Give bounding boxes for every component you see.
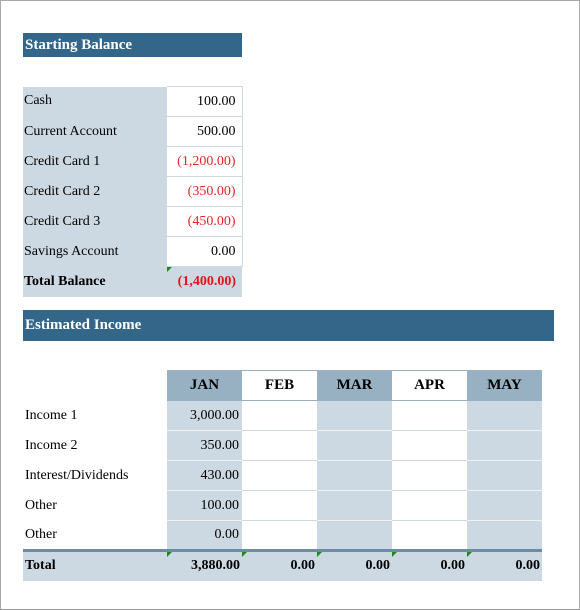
table-row: Credit Card 1 (1,200.00) bbox=[23, 146, 243, 177]
comment-marker-icon bbox=[392, 552, 397, 557]
estimated-income-header: Estimated Income bbox=[23, 310, 554, 341]
table-row: Income 1 3,000.00 bbox=[23, 400, 542, 431]
balance-cell[interactable]: 0.00 bbox=[167, 236, 243, 267]
income-cell[interactable] bbox=[242, 400, 317, 431]
table-row: Interest/Dividends 430.00 bbox=[23, 460, 542, 491]
income-cell[interactable]: 100.00 bbox=[167, 490, 242, 521]
month-header-mar[interactable]: MAR bbox=[317, 370, 392, 401]
income-cell[interactable] bbox=[467, 430, 542, 461]
month-header-may[interactable]: MAY bbox=[467, 370, 542, 401]
income-cell[interactable] bbox=[317, 400, 392, 431]
row-label[interactable]: Credit Card 3 bbox=[23, 206, 167, 237]
table-row: Income 2 350.00 bbox=[23, 430, 542, 461]
total-cell-may[interactable]: 0.00 bbox=[467, 549, 542, 581]
month-header-row: JAN FEB MAR APR MAY bbox=[23, 370, 542, 401]
income-cell[interactable] bbox=[242, 460, 317, 491]
total-value: 0.00 bbox=[290, 558, 316, 574]
row-label[interactable]: Credit Card 2 bbox=[23, 176, 167, 207]
income-cell[interactable] bbox=[242, 520, 317, 551]
row-label[interactable]: Credit Card 1 bbox=[23, 146, 167, 177]
balance-cell[interactable]: 500.00 bbox=[167, 116, 243, 147]
income-cell[interactable] bbox=[242, 430, 317, 461]
total-row: Total Balance (1,400.00) bbox=[23, 266, 242, 297]
comment-marker-icon bbox=[317, 552, 322, 557]
total-value: 3,880.00 bbox=[191, 558, 240, 574]
total-balance-label[interactable]: Total Balance bbox=[23, 266, 167, 297]
total-value: 0.00 bbox=[515, 558, 541, 574]
row-label[interactable]: Current Account bbox=[23, 116, 167, 147]
total-cell-apr[interactable]: 0.00 bbox=[392, 549, 467, 581]
income-cell[interactable] bbox=[317, 490, 392, 521]
income-cell[interactable]: 0.00 bbox=[167, 520, 242, 551]
table-row: Credit Card 2 (350.00) bbox=[23, 176, 243, 207]
month-header-apr[interactable]: APR bbox=[392, 370, 467, 401]
income-cell[interactable] bbox=[467, 400, 542, 431]
income-cell[interactable] bbox=[392, 430, 467, 461]
total-label[interactable]: Total bbox=[23, 549, 167, 581]
total-cell-mar[interactable]: 0.00 bbox=[317, 549, 392, 581]
total-row: Total 3,880.00 0.00 0.00 0.00 0.00 bbox=[23, 549, 542, 581]
comment-marker-icon bbox=[242, 552, 247, 557]
starting-balance-table: Cash 100.00 Current Account 500.00 Credi… bbox=[23, 86, 243, 297]
income-cell[interactable]: 350.00 bbox=[167, 430, 242, 461]
row-label[interactable]: Income 1 bbox=[23, 400, 167, 431]
balance-cell[interactable]: (350.00) bbox=[167, 176, 243, 207]
income-cell[interactable] bbox=[392, 490, 467, 521]
month-header-jan[interactable]: JAN bbox=[167, 370, 242, 401]
empty-header-cell bbox=[23, 370, 167, 401]
income-cell[interactable] bbox=[467, 490, 542, 521]
total-value: 0.00 bbox=[365, 558, 391, 574]
row-label[interactable]: Savings Account bbox=[23, 236, 167, 267]
row-label[interactable]: Cash bbox=[23, 86, 167, 117]
table-row: Current Account 500.00 bbox=[23, 116, 243, 147]
table-row: Other 100.00 bbox=[23, 490, 542, 521]
comment-marker-icon bbox=[167, 552, 172, 557]
total-balance-value: (1,400.00) bbox=[177, 273, 236, 289]
comment-marker-icon bbox=[467, 552, 472, 557]
table-row: Other 0.00 bbox=[23, 520, 542, 551]
balance-cell[interactable]: (450.00) bbox=[167, 206, 243, 237]
table-row: Cash 100.00 bbox=[23, 86, 243, 117]
table-row: Credit Card 3 (450.00) bbox=[23, 206, 243, 237]
income-cell[interactable] bbox=[392, 520, 467, 551]
total-cell-feb[interactable]: 0.00 bbox=[242, 549, 317, 581]
income-cell[interactable] bbox=[392, 460, 467, 491]
balance-cell[interactable]: (1,200.00) bbox=[167, 146, 243, 177]
income-cell[interactable] bbox=[392, 400, 467, 431]
total-value: 0.00 bbox=[440, 558, 466, 574]
income-cell[interactable] bbox=[467, 520, 542, 551]
income-cell[interactable] bbox=[242, 490, 317, 521]
row-label[interactable]: Other bbox=[23, 520, 167, 551]
starting-balance-header: Starting Balance bbox=[23, 33, 242, 57]
balance-cell[interactable]: 100.00 bbox=[167, 86, 243, 117]
total-balance-cell[interactable]: (1,400.00) bbox=[167, 266, 242, 297]
total-cell-jan[interactable]: 3,880.00 bbox=[167, 549, 242, 581]
row-label[interactable]: Income 2 bbox=[23, 430, 167, 461]
month-header-feb[interactable]: FEB bbox=[242, 370, 317, 401]
row-label[interactable]: Interest/Dividends bbox=[23, 460, 167, 491]
comment-marker-icon bbox=[167, 267, 172, 272]
income-cell[interactable]: 430.00 bbox=[167, 460, 242, 491]
income-cell[interactable] bbox=[467, 460, 542, 491]
estimated-income-table: JAN FEB MAR APR MAY Income 1 3,000.00 In… bbox=[23, 370, 542, 581]
income-cell[interactable] bbox=[317, 460, 392, 491]
income-cell[interactable]: 3,000.00 bbox=[167, 400, 242, 431]
table-row: Savings Account 0.00 bbox=[23, 236, 243, 267]
income-cell[interactable] bbox=[317, 520, 392, 551]
income-cell[interactable] bbox=[317, 430, 392, 461]
row-label[interactable]: Other bbox=[23, 490, 167, 521]
